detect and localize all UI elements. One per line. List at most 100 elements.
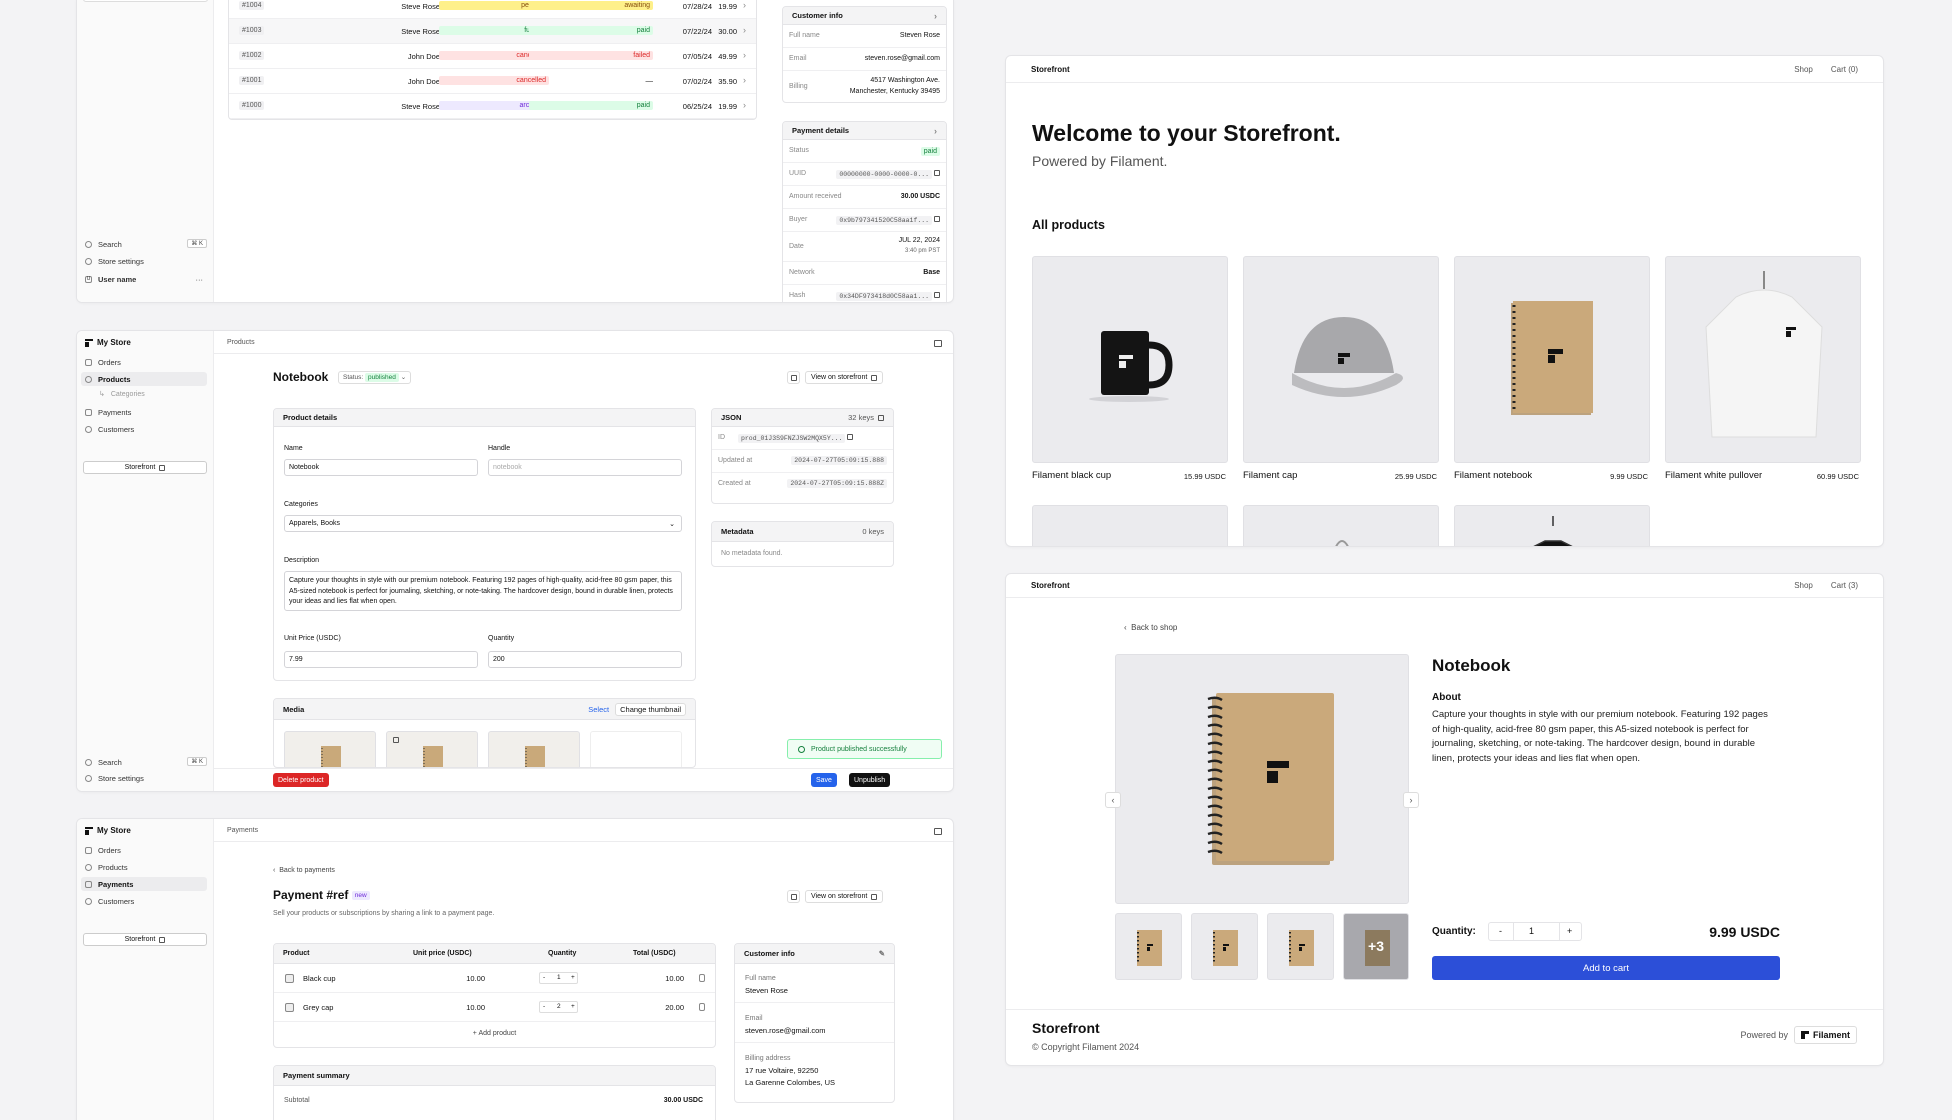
copy-icon[interactable] [934,170,940,176]
quantity-stepper[interactable]: - 1 + [1488,922,1582,941]
quantity-stepper[interactable]: -2 + [539,1001,578,1013]
external-link-icon[interactable] [934,216,940,222]
sidebar-item-orders[interactable]: Orders [81,843,207,857]
table-row[interactable]: #1003Steve Rosefulfilledpaid07/22/2430.0… [229,19,756,44]
storefront-button[interactable]: Storefront [83,933,207,946]
chevron-right-icon[interactable]: › [934,126,937,136]
nav-shop[interactable]: Shop [1794,581,1813,590]
price-input[interactable]: 7.99 [284,651,478,668]
quantity-stepper[interactable]: -1 + [539,972,578,984]
media-thumbnail[interactable] [386,731,478,767]
breadcrumb[interactable]: Products [227,339,255,346]
copy-link-button[interactable] [787,890,800,903]
quantity-input[interactable]: 200 [488,651,682,668]
sidebar-item-products[interactable]: Products [81,860,207,874]
copy-link-button[interactable] [787,371,800,384]
change-thumbnail-button[interactable]: Change thumbnail [615,702,686,716]
product-card[interactable] [1454,505,1650,546]
product-edit-window: My Store Orders Products ↳ Categories Pay… [76,330,954,792]
add-to-cart-button[interactable]: Add to cart [1432,956,1780,980]
external-link-icon [159,936,166,943]
order-total: 35.90 [718,77,737,86]
copy-icon[interactable] [847,434,854,440]
save-button[interactable]: Save [811,773,837,787]
sidebar-item-customers[interactable]: Customers [81,422,207,436]
chevron-right-icon[interactable]: › [743,25,746,35]
view-on-storefront-button[interactable]: View on storefront [805,371,884,384]
description-textarea[interactable]: Capture your thoughts in style with our … [284,571,682,611]
chevron-right-icon[interactable]: › [743,50,746,60]
nav-cart[interactable]: Cart (0) [1831,65,1858,74]
store-settings-link[interactable]: Store settings [81,254,207,268]
nav-cart[interactable]: Cart (3) [1831,581,1858,590]
product-card[interactable]: Filament notebook 9.99 USDC [1454,256,1650,486]
status-select[interactable]: Status: published ⌄ [338,371,412,384]
select-link[interactable]: Select [588,705,609,714]
thumbnail[interactable] [1191,913,1258,980]
avatar: U [85,275,92,283]
product-thumb-icon [285,1003,294,1012]
sidebar: Search ⌘ K Store settings U User name ··· [77,0,214,302]
filament-badge[interactable]: Filament [1793,1026,1857,1044]
add-product-button[interactable]: + Add product [274,1030,715,1037]
edit-icon[interactable]: ✎ [879,949,885,958]
sidebar-item-orders[interactable]: Orders [81,355,207,369]
panel-toggle-icon[interactable] [934,340,942,347]
product-card[interactable]: Filament white pullover 60.99 USDC [1665,256,1861,486]
product-card[interactable]: Filament black cup 15.99 USDC [1032,256,1228,486]
thumbnail[interactable] [1115,913,1182,980]
table-row[interactable]: #1004Steve Rosependingawaiting07/28/2419… [229,0,756,19]
back-link[interactable]: ‹ Back to payments [273,867,335,874]
store-settings-link[interactable]: Store settings [81,771,207,785]
name-input[interactable]: Notebook [284,459,478,476]
thumbnail-more[interactable]: +3 [1343,913,1409,980]
user-menu[interactable]: U User name ··· [81,272,207,286]
panel-toggle-icon[interactable] [934,828,942,835]
trash-icon[interactable] [699,1003,705,1011]
sidebar-item-payments[interactable]: Payments [81,877,207,891]
media-upload-slot[interactable] [590,731,682,767]
product-card[interactable]: Filament cap 25.99 USDC [1243,256,1439,486]
decrement-button[interactable]: - [1499,926,1502,936]
media-thumbnail[interactable] [488,731,580,767]
trash-icon[interactable] [699,974,705,982]
chevron-right-icon[interactable]: › [934,11,937,21]
nav-shop[interactable]: Shop [1794,65,1813,74]
table-row[interactable]: #1001 John Doe cancelled —07/02/24 35.90 › [229,69,756,94]
chevron-right-icon[interactable]: › [743,0,746,10]
storefront-logo[interactable]: Storefront [1031,65,1070,74]
chevron-right-icon[interactable]: › [743,75,746,85]
categories-select[interactable]: Apparels, Books ⌄ [284,515,682,532]
thumbnail[interactable] [1267,913,1334,980]
more-icon[interactable]: ··· [196,275,204,284]
checkbox-icon[interactable] [393,737,399,743]
chevron-right-icon[interactable]: › [743,100,746,110]
prev-image-button[interactable]: ‹ [1105,792,1121,808]
order-id: #1004 [239,1,265,10]
external-link-icon[interactable] [878,414,884,421]
quantity-value[interactable]: 1 [1529,926,1534,936]
storefront-logo[interactable]: Storefront [1031,581,1070,590]
product-card[interactable] [1243,505,1439,546]
table-row[interactable]: #1002John Doecancelledfailed07/05/2449.9… [229,44,756,69]
sidebar: My Store Orders Products Payments Custom… [77,819,214,1120]
sidebar-item-customers[interactable]: Customers [81,894,207,908]
delete-product-button[interactable]: Delete product [273,773,329,787]
view-on-storefront-button[interactable]: View on storefront [805,890,884,903]
gear-icon [85,257,92,265]
media-thumbnail[interactable] [284,731,376,767]
back-to-shop-link[interactable]: ‹ Back to shop [1124,623,1177,632]
next-image-button[interactable]: › [1403,792,1419,808]
increment-button[interactable]: + [1567,926,1572,936]
sidebar-item-categories[interactable]: ↳ Categories [81,387,207,401]
product-card[interactable] [1032,505,1228,546]
handle-input[interactable]: notebook [488,459,682,476]
external-link-icon[interactable] [934,292,940,298]
breadcrumb[interactable]: Payments [227,827,258,834]
table-row[interactable]: #1000Steve Rosearchivedpaid06/25/2419.99… [229,94,756,119]
storefront-button[interactable]: Storefront [83,461,207,474]
sidebar-item-products[interactable]: Products [81,372,207,386]
sidebar-item-payments[interactable]: Payments [81,405,207,419]
box-icon [85,846,92,854]
unpublish-button[interactable]: Unpublish [849,773,891,787]
